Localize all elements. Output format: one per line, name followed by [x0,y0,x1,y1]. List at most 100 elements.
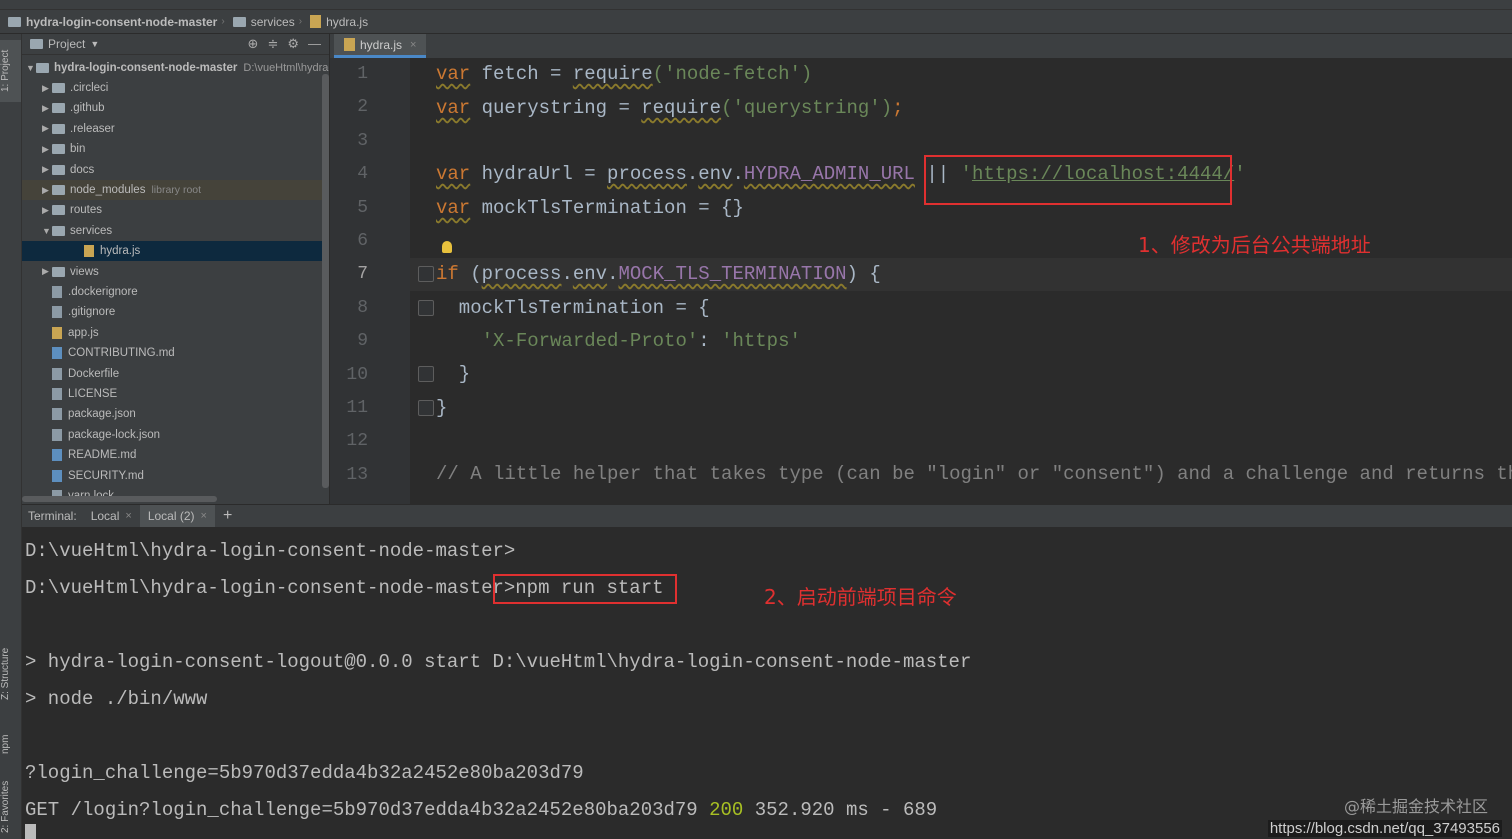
close-icon[interactable]: × [410,39,416,51]
chevron-right-icon[interactable]: ▶ [42,164,52,175]
vertical-scrollbar[interactable] [322,74,329,488]
chevron-right-icon[interactable]: ▶ [42,185,52,196]
folder-icon [36,63,49,73]
terminal-line: > node ./bin/www [25,688,208,710]
code-editor[interactable]: var fetch = require('node-fetch') var qu… [410,58,1512,504]
terminal-output[interactable]: D:\vueHtml\hydra-login-consent-node-mast… [22,527,1512,839]
tree-item-bin[interactable]: ▶ bin [42,139,85,159]
chevron-right-icon[interactable]: ▶ [42,83,52,94]
chevron-right-icon[interactable]: ▶ [42,205,52,216]
fold-marker[interactable] [418,300,434,316]
line-number: 11 [346,398,368,418]
tree-item-releaser[interactable]: ▶ .releaser [42,119,115,139]
terminal-line: ?login_challenge=5b970d37edda4b32a2452e8… [25,762,584,784]
editor-tab-bar: hydra.js × [330,34,1512,59]
folder-icon [8,16,21,27]
chevron-down-icon[interactable]: ▼ [26,63,36,73]
tree-item-app-js[interactable]: app.js [42,323,99,343]
tool-tab-favorites[interactable]: 2: Favorites [0,774,21,839]
line-number: 2 [357,97,368,118]
tree-item-contributing-md[interactable]: CONTRIBUTING.md [42,343,175,363]
js-file-icon [84,245,94,258]
fold-marker[interactable] [418,366,434,382]
editor-gutter: 1 2 3 4 5 6 7 8 9 10 11 12 13 [330,58,410,504]
line-number: 3 [357,130,368,151]
chevron-right-icon[interactable]: ▶ [42,103,52,114]
breadcrumb-folder[interactable]: services [225,15,299,29]
code-line-10: } [436,363,471,385]
tree-item-node-modules[interactable]: ▶ node_modules library root [22,180,329,200]
tree-item-routes[interactable]: ▶ routes [42,200,102,220]
tool-tab-npm[interactable]: npm [0,724,21,764]
close-icon[interactable]: × [125,510,131,522]
terminal-tab-local[interactable]: Local × [83,505,140,527]
tree-item-package-lock-json[interactable]: package-lock.json [42,425,160,445]
fold-marker[interactable] [418,266,434,282]
tree-item-circleci[interactable]: ▶ .circleci [42,78,108,98]
tree-item-views[interactable]: ▶ views [42,262,99,282]
chevron-right-icon[interactable]: ▶ [42,123,52,134]
folder-icon [52,144,65,155]
line-number: 1 [357,64,368,84]
tree-item-github[interactable]: ▶ .github [42,98,105,118]
breadcrumb-project[interactable]: hydra-login-consent-node-master [0,15,221,29]
project-panel-header: Project ▼ ⊕ ≑ ⚙ — [22,34,329,55]
terminal-line: D:\vueHtml\hydra-login-consent-node-mast… [25,540,516,562]
chevron-right-icon[interactable]: ▶ [42,266,52,277]
locate-icon[interactable]: ⊕ [248,36,259,52]
js-file-icon [344,38,355,51]
line-number: 5 [357,197,368,218]
code-line-5: var mockTlsTermination = {} [436,197,744,219]
tree-item-security-md[interactable]: SECURITY.md [42,466,144,486]
markdown-file-icon [52,449,62,462]
collapse-all-icon[interactable]: ≑ [267,36,278,52]
editor-tab-hydra-js[interactable]: hydra.js × [334,34,427,58]
project-view-selector[interactable]: Project [48,37,85,51]
folder-icon [52,103,65,114]
file-icon [52,286,62,298]
terminal-cursor [25,824,36,839]
code-line-1: var fetch = require('node-fetch') [436,63,813,85]
add-terminal-icon[interactable]: + [215,507,240,525]
tool-tab-structure[interactable]: Z: Structure [0,634,21,714]
folder-icon [52,225,65,236]
chevron-down-icon[interactable]: ▼ [90,39,99,49]
annotation-box-command [493,574,677,604]
breadcrumb-file[interactable]: hydra.js [302,15,372,29]
minimize-icon[interactable]: — [308,36,321,52]
line-number: 4 [357,164,368,185]
annotation-box-url [924,155,1232,205]
tree-item-gitignore[interactable]: .gitignore [42,302,115,322]
folder-icon [232,16,246,27]
folder-icon [52,83,65,93]
chevron-right-icon[interactable]: ▶ [42,144,52,155]
tree-root[interactable]: ▼ hydra-login-consent-node-master D:\vueHt… [26,58,329,78]
line-number: 7 [357,264,368,285]
close-icon[interactable]: × [201,510,207,522]
tree-item-docs[interactable]: ▶ docs [42,160,94,180]
tree-item-license[interactable]: LICENSE [42,384,117,404]
folder-icon [52,185,65,195]
tree-item-hydra-js[interactable]: hydra.js [22,241,329,262]
tree-item-dockerignore[interactable]: .dockerignore [42,282,138,302]
tree-item-package-json[interactable]: package.json [42,404,136,424]
tool-tab-project[interactable]: 1: Project [0,40,21,102]
folder-icon [52,164,65,175]
fold-marker[interactable] [418,400,434,416]
folder-icon [30,39,43,49]
terminal-tab-local-2[interactable]: Local (2) × [139,505,215,527]
annotation-label-1: 1、修改为后台公共端地址 [1138,233,1371,257]
tree-item-dockerfile[interactable]: Dockerfile [42,364,119,384]
chevron-down-icon[interactable]: ▼ [42,226,52,236]
line-number: 9 [357,331,368,352]
code-line-11: } [436,397,448,419]
tree-item-readme-md[interactable]: README.md [42,445,136,465]
folder-icon [52,205,65,216]
code-line-2: var querystring = require('querystring')… [436,97,904,119]
horizontal-scrollbar[interactable] [22,496,217,502]
gear-icon[interactable]: ⚙ [287,36,299,52]
breadcrumb: hydra-login-consent-node-master › servic… [0,10,1512,34]
markdown-file-icon [52,469,62,482]
tree-item-services[interactable]: ▼ services [42,221,112,241]
lightbulb-icon[interactable] [442,241,452,253]
